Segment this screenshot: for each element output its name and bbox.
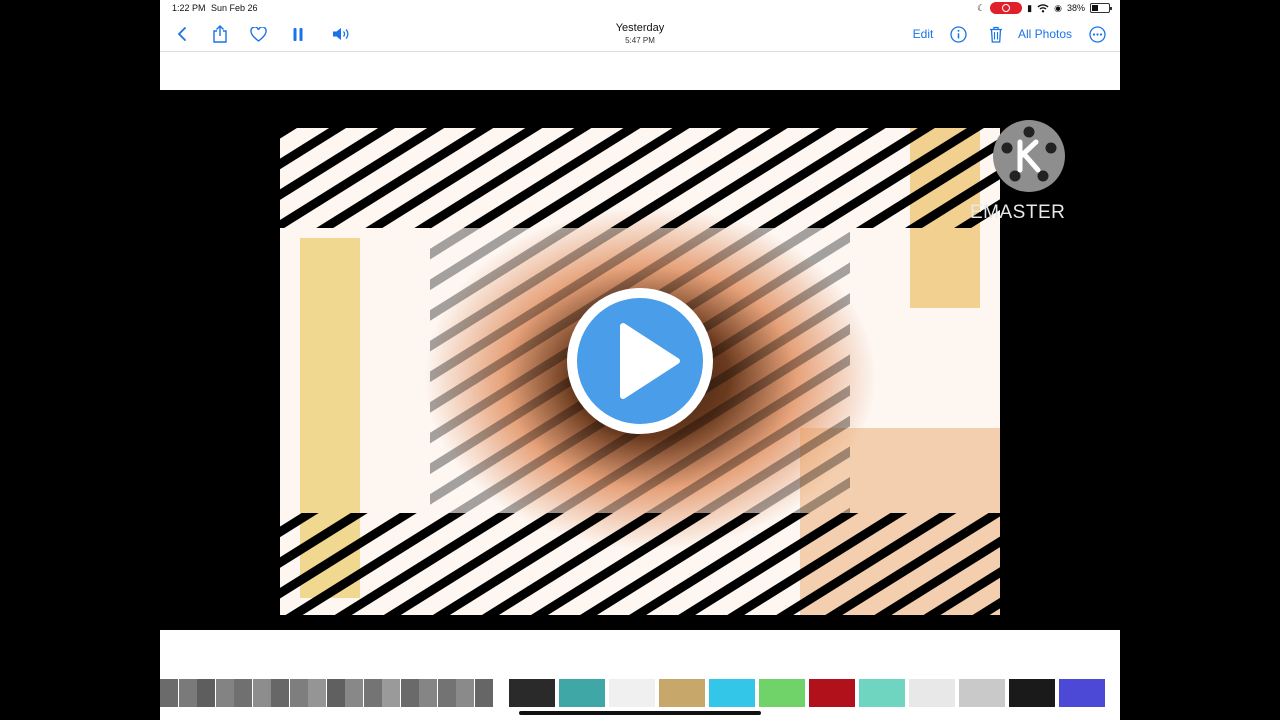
thumbnail[interactable] [345,679,363,707]
battery-percent: 38% [1066,3,1085,13]
status-right: ☾ ▮ ◉ 38% [977,2,1112,14]
thumbnail[interactable] [363,679,382,707]
thumbnail[interactable] [326,679,345,707]
ellipsis-circle-icon [1088,25,1106,43]
thumbnail[interactable] [659,679,705,707]
thumbnail[interactable] [559,679,605,707]
thumbnail[interactable] [160,679,178,707]
letterbox-left [0,0,160,720]
thumbnail[interactable] [400,679,419,707]
play-button[interactable] [565,286,715,436]
photo-nav-bar: Yesterday 5:47 PM Edit All Photos [160,17,1120,52]
home-indicator[interactable] [519,711,761,715]
status-date: Sun Feb 26 [211,3,258,13]
trash-icon [990,26,1002,43]
thumbnail[interactable] [178,679,197,707]
thumbnail[interactable] [509,679,555,707]
cellular-signal-icon: ▮ [1027,3,1033,13]
thumbnail[interactable] [1059,679,1105,707]
location-icon: ◉ [1054,3,1062,13]
thumbnail[interactable] [609,679,655,707]
thumbnail[interactable] [709,679,755,707]
wifi-icon [1037,4,1049,13]
thumbnail[interactable] [909,679,955,707]
status-bar: 1:22 PM Sun Feb 26 ☾ ▮ ◉ 38% [160,0,1120,17]
thumbnail[interactable] [252,679,271,707]
kinemaster-logo-icon [993,120,1065,192]
info-button[interactable] [948,23,968,45]
more-button[interactable] [1087,23,1107,45]
photo-time-subtitle: 5:47 PM [625,36,655,45]
battery-icon [1090,3,1112,13]
thumbnail[interactable] [456,679,474,707]
thumbnail[interactable] [959,679,1005,707]
photo-date-title: Yesterday [615,22,665,34]
thumbnail[interactable] [308,679,326,707]
thumbnail[interactable] [197,679,215,707]
thumbnail[interactable] [234,679,252,707]
moon-icon: ☾ [977,3,986,13]
delete-button[interactable] [987,23,1005,45]
ipad-screen: 1:22 PM Sun Feb 26 ☾ ▮ ◉ 38% Yesterday 5… [160,0,1120,720]
status-time: 1:22 PM [172,3,206,13]
video-player[interactable]: EMASTER [160,90,1120,630]
watermark-text: EMASTER [970,202,1066,223]
thumbnail[interactable] [382,679,400,707]
letterbox-right [1120,0,1280,720]
thumbnail[interactable] [1009,679,1055,707]
all-photos-button[interactable]: All Photos [1017,23,1073,45]
thumbnail[interactable] [859,679,905,707]
thumbnail[interactable] [289,679,308,707]
thumbnail[interactable] [809,679,855,707]
thumbnail[interactable] [474,679,493,707]
edit-button[interactable]: Edit [910,23,936,45]
thumbnail[interactable] [215,679,234,707]
screen-recording-icon [990,2,1023,14]
thumbnail-scrubber[interactable] [160,675,1120,709]
thumbnail[interactable] [759,679,805,707]
thumbnail[interactable] [271,679,289,707]
thumbnail[interactable] [437,679,456,707]
info-icon [949,25,967,43]
thumbnail[interactable] [419,679,437,707]
